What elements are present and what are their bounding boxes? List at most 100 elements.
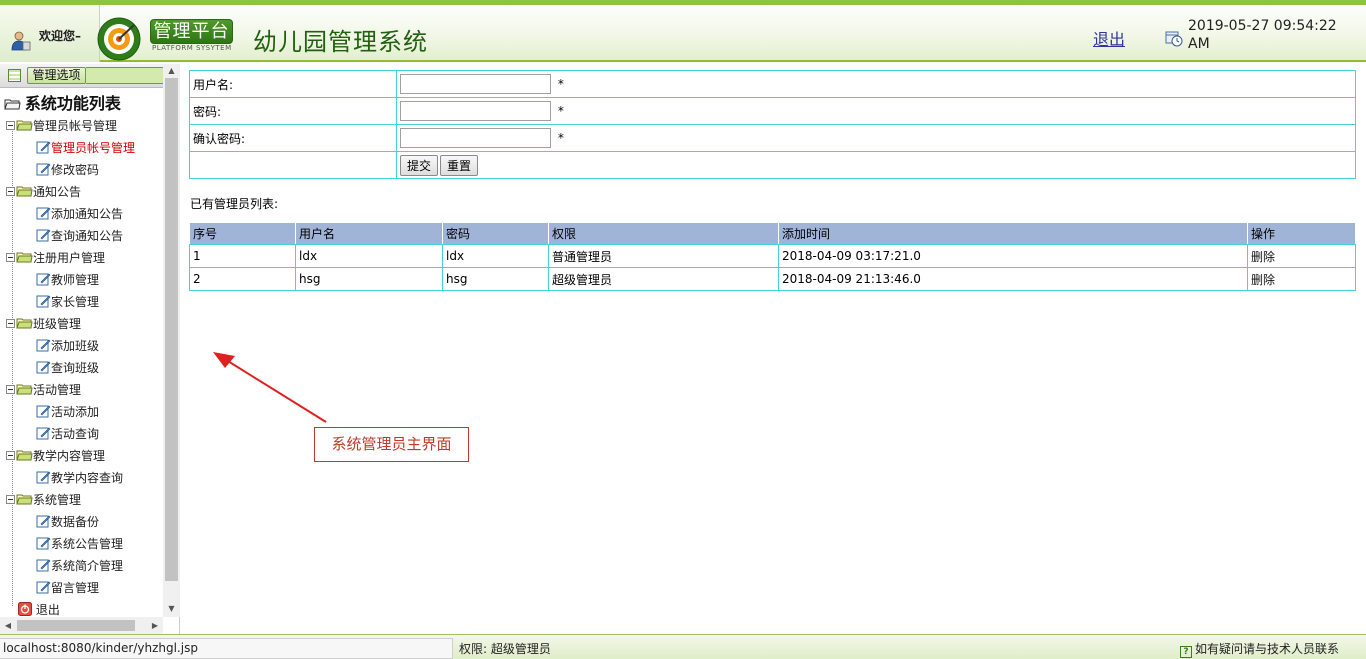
tree-item-teacher-manage[interactable]: 教师管理 (36, 270, 99, 290)
scroll-thumb[interactable] (165, 78, 178, 581)
power-icon (18, 602, 32, 616)
tree-group-registered-users[interactable]: 注册用户管理 (6, 248, 105, 268)
logo-target-icon (97, 17, 141, 61)
reset-button[interactable]: 重置 (440, 154, 479, 176)
collapse-icon (6, 253, 15, 262)
tree-item-add-activity[interactable]: 活动添加 (36, 402, 99, 422)
required-mark: * (557, 76, 564, 91)
username-label: 用户名: (189, 70, 397, 98)
table-cell: hsg (295, 267, 443, 291)
sidebar-horizontal-scrollbar[interactable]: ◀ ▶ (0, 617, 163, 634)
scroll-thumb[interactable] (17, 620, 135, 631)
delete-link[interactable]: 删除 (1247, 267, 1356, 291)
submit-button[interactable]: 提交 (400, 154, 439, 176)
tree-group-label: 系统管理 (33, 493, 82, 507)
tree-item-query-teaching[interactable]: 教学内容查询 (36, 468, 123, 488)
tree-item-label: 数据备份 (51, 515, 100, 529)
tree-group-admin-account[interactable]: 管理员帐号管理 (6, 116, 117, 136)
tree-item-label: 查询班级 (51, 361, 100, 375)
annotation-arrow-icon (213, 352, 327, 423)
table-cell: 超级管理员 (548, 267, 779, 291)
scroll-down-arrow-icon[interactable]: ▼ (163, 602, 180, 616)
tree-item-parent-manage[interactable]: 家长管理 (36, 292, 99, 312)
table-row: 1 ldx ldx 普通管理员 2018-04-09 03:17:21.0 删除 (189, 244, 1356, 268)
edit-icon (36, 207, 51, 220)
logo-subtext: PLATFORM SYSYTEM (152, 44, 232, 52)
column-header: 用户名 (295, 222, 443, 245)
folder-icon (16, 494, 33, 505)
logout-link[interactable]: 退出 (1093, 26, 1125, 50)
table-cell: 2018-04-09 03:17:21.0 (778, 244, 1248, 268)
collapse-icon (6, 319, 15, 328)
tree-item-add-notice[interactable]: 添加通知公告 (36, 204, 123, 224)
tree-item-query-notice[interactable]: 查询通知公告 (36, 226, 123, 246)
system-title: 幼儿园管理系统 (253, 28, 428, 56)
table-cell: 普通管理员 (548, 244, 779, 268)
tree-item-system-intro[interactable]: 系统简介管理 (36, 556, 123, 576)
required-mark: * (557, 130, 564, 145)
tree-item-label: 活动查询 (51, 427, 100, 441)
tree-item-query-class[interactable]: 查询班级 (36, 358, 99, 378)
edit-icon (36, 141, 51, 154)
tree-root[interactable]: 系统功能列表 (4, 94, 121, 114)
scroll-up-arrow-icon[interactable]: ▲ (163, 64, 180, 78)
datetime-display: 2019-05-27 09:54:22 AM (1188, 18, 1337, 52)
delete-link[interactable]: 删除 (1247, 244, 1356, 268)
tree-group-label: 管理员帐号管理 (33, 119, 118, 133)
tree-group-activity[interactable]: 活动管理 (6, 380, 81, 400)
tree-item-change-password[interactable]: 修改密码 (36, 160, 99, 180)
tree-root-label: 系统功能列表 (24, 94, 121, 113)
collapse-icon (6, 187, 15, 196)
main-content: 用户名: * 密码: * 确认密码: * 提交 重置 已有管理员列表: 序号 用… (181, 64, 1366, 634)
admin-list-caption: 已有管理员列表: (190, 197, 279, 211)
edit-icon (36, 163, 51, 176)
folder-icon (16, 120, 33, 131)
tree-item-query-activity[interactable]: 活动查询 (36, 424, 99, 444)
open-folder-icon (4, 99, 21, 110)
password-cell: * (396, 97, 1356, 125)
admin-list-table: 序号 用户名 密码 权限 添加时间 操作 1 ldx ldx 普通管理员 201… (189, 222, 1356, 291)
edit-icon (36, 361, 51, 374)
form-row-confirm: 确认密码: * (189, 124, 1356, 152)
tree-item-label: 留言管理 (51, 581, 100, 595)
tree-group-teaching[interactable]: 教学内容管理 (6, 446, 105, 466)
edit-icon (36, 405, 51, 418)
button-cell: 提交 重置 (396, 151, 1356, 179)
tree-item-label-active: 管理员帐号管理 (51, 141, 136, 155)
sidebar-vertical-scrollbar[interactable]: ▲ ▼ (163, 64, 180, 617)
form-row-password: 密码: * (189, 97, 1356, 125)
tree-item-admin-account[interactable]: 管理员帐号管理 (36, 138, 135, 158)
confirm-password-cell: * (396, 124, 1356, 152)
tree-group-system[interactable]: 系统管理 (6, 490, 81, 510)
edit-icon (36, 559, 51, 572)
tree-item-add-class[interactable]: 添加班级 (36, 336, 99, 356)
folder-icon (16, 318, 33, 329)
column-header: 操作 (1247, 222, 1356, 245)
table-cell: ldx (442, 244, 549, 268)
manage-options-button[interactable]: 管理选项 (27, 67, 86, 84)
collapse-icon (6, 121, 15, 130)
tree-item-message-manage[interactable]: 留言管理 (36, 578, 99, 598)
tree-item-label: 家长管理 (51, 295, 100, 309)
tree-group-class[interactable]: 班级管理 (6, 314, 81, 334)
password-label: 密码: (189, 97, 397, 125)
tree-item-label: 添加班级 (51, 339, 100, 353)
tree-group-label: 活动管理 (33, 383, 82, 397)
header: 欢迎您– 管理平台 PLATFORM SYSYTEM 幼儿园管理系统 退出 20… (0, 0, 1366, 62)
required-mark: * (557, 103, 564, 118)
sidebar: 管理选项 系统功能列表 管理员帐号管理 管理员帐号管理 修改密码 通知公告 添加… (0, 64, 180, 634)
tree-group-notice[interactable]: 通知公告 (6, 182, 81, 202)
scroll-right-arrow-icon[interactable]: ▶ (147, 617, 163, 634)
username-input[interactable] (400, 74, 551, 94)
password-input[interactable] (400, 101, 551, 121)
tree-item-system-notice[interactable]: 系统公告管理 (36, 534, 123, 554)
link-url-tooltip: localhost:8080/kinder/yhzhgl.jsp (0, 638, 453, 659)
tree-group-label: 注册用户管理 (33, 251, 106, 265)
table-cell: 2018-04-09 21:13:46.0 (778, 267, 1248, 291)
tree-item-data-backup[interactable]: 数据备份 (36, 512, 99, 532)
welcome-text: 欢迎您– (39, 29, 82, 43)
scroll-left-arrow-icon[interactable]: ◀ (0, 617, 16, 634)
confirm-password-input[interactable] (400, 128, 551, 148)
edit-icon (36, 581, 51, 594)
tree-item-label: 添加通知公告 (51, 207, 124, 221)
